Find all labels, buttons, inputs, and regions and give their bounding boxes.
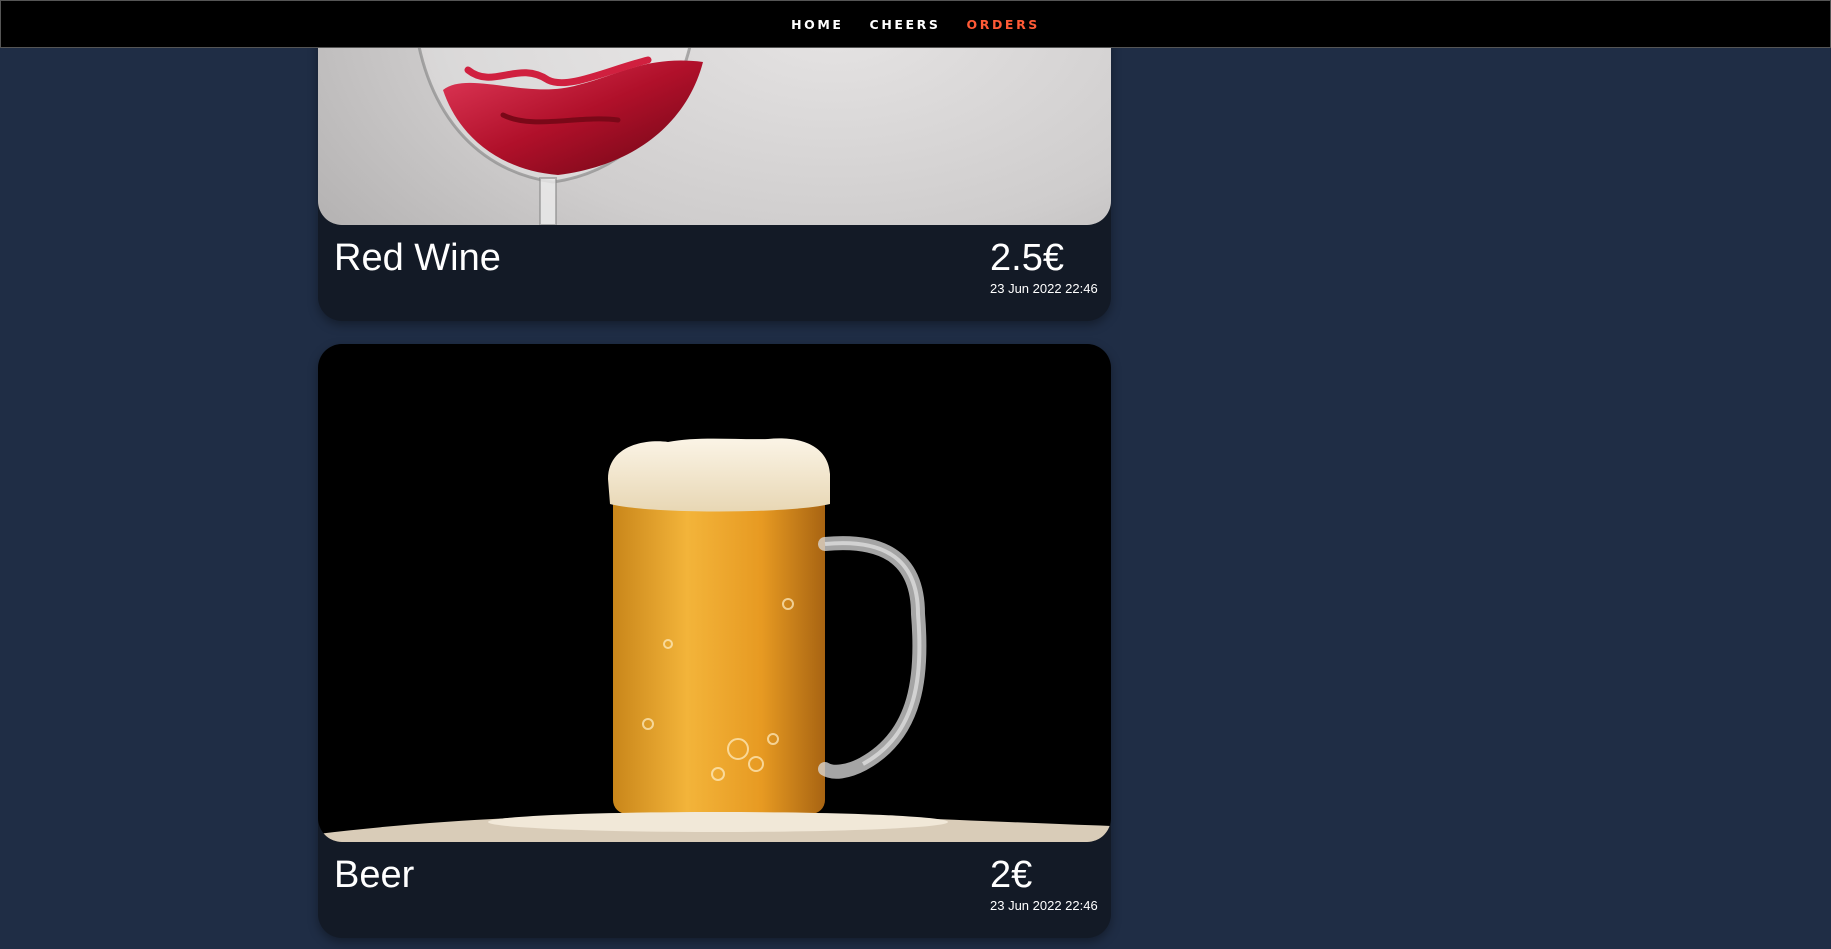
price-block: 2€ 23 Jun 2022 22:46	[990, 854, 1098, 913]
order-details: Beer 2€ 23 Jun 2022 22:46	[318, 842, 1111, 938]
drink-name: Red Wine	[334, 237, 501, 279]
nav-orders-link[interactable]: ORDERS	[967, 17, 1040, 32]
order-timestamp: 23 Jun 2022 22:46	[990, 281, 1098, 296]
drink-name: Beer	[334, 854, 415, 896]
beer-image	[318, 344, 1111, 842]
order-card-beer: Beer 2€ 23 Jun 2022 22:46	[318, 344, 1111, 938]
price-block: 2.5€ 23 Jun 2022 22:46	[990, 237, 1098, 296]
order-card-red-wine: Red Wine 2.5€ 23 Jun 2022 22:46	[318, 0, 1111, 321]
order-timestamp: 23 Jun 2022 22:46	[990, 898, 1098, 913]
top-navigation: HOME CHEERS ORDERS	[0, 0, 1831, 48]
nav-cheers-link[interactable]: CHEERS	[870, 17, 941, 32]
drink-price: 2.5€	[990, 237, 1064, 279]
drink-price: 2€	[990, 854, 1033, 896]
nav-home-link[interactable]: HOME	[791, 17, 843, 32]
order-details: Red Wine 2.5€ 23 Jun 2022 22:46	[318, 225, 1111, 321]
